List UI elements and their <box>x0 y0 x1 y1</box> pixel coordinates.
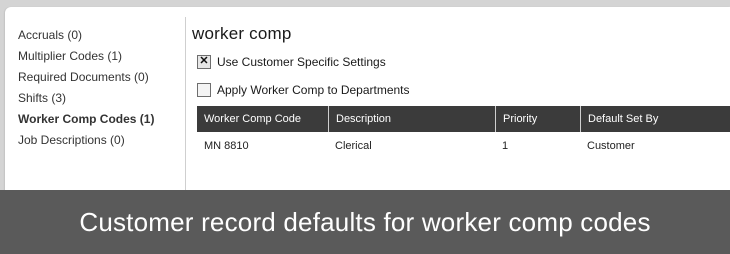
page-title: worker comp <box>192 24 292 43</box>
apply-worker-comp-label: Apply Worker Comp to Departments <box>217 83 410 97</box>
column-header-default-set-by[interactable]: Default Set By <box>580 106 728 132</box>
screenshot-frame: Accruals (0) Multiplier Codes (1) Requir… <box>0 0 730 254</box>
sidebar: Accruals (0) Multiplier Codes (1) Requir… <box>18 25 188 151</box>
caption-banner: Customer record defaults for worker comp… <box>0 190 730 254</box>
use-customer-settings-label: Use Customer Specific Settings <box>217 55 386 69</box>
worker-comp-table: Worker Comp Code Description Priority De… <box>197 106 730 160</box>
sidebar-divider <box>185 17 186 192</box>
sidebar-item-multiplier-codes[interactable]: Multiplier Codes (1) <box>18 46 188 67</box>
apply-worker-comp-checkbox[interactable] <box>197 83 211 97</box>
table-row[interactable]: MN 8810 Clerical 1 Customer <box>197 132 730 160</box>
use-customer-settings-checkbox[interactable]: ✕ <box>197 55 211 69</box>
cell-description: Clerical <box>335 140 372 152</box>
sidebar-item-shifts[interactable]: Shifts (3) <box>18 88 188 109</box>
sidebar-item-job-descriptions[interactable]: Job Descriptions (0) <box>18 130 188 151</box>
use-customer-settings-option: ✕ Use Customer Specific Settings <box>197 54 386 70</box>
cell-priority: 1 <box>502 140 509 152</box>
sidebar-item-accruals[interactable]: Accruals (0) <box>18 25 188 46</box>
cell-default-set-by: Customer <box>587 140 635 152</box>
column-header-description[interactable]: Description <box>328 106 496 132</box>
table-header: Worker Comp Code Description Priority De… <box>197 106 730 132</box>
checkbox-x-icon: ✕ <box>199 55 209 67</box>
column-header-worker-comp-code[interactable]: Worker Comp Code <box>197 106 328 132</box>
apply-worker-comp-option: Apply Worker Comp to Departments <box>197 82 410 98</box>
sidebar-item-worker-comp-codes[interactable]: Worker Comp Codes (1) <box>18 109 188 130</box>
sidebar-item-required-documents[interactable]: Required Documents (0) <box>18 67 188 88</box>
column-header-priority[interactable]: Priority <box>495 106 581 132</box>
cell-worker-comp-code: MN 8810 <box>204 140 249 152</box>
